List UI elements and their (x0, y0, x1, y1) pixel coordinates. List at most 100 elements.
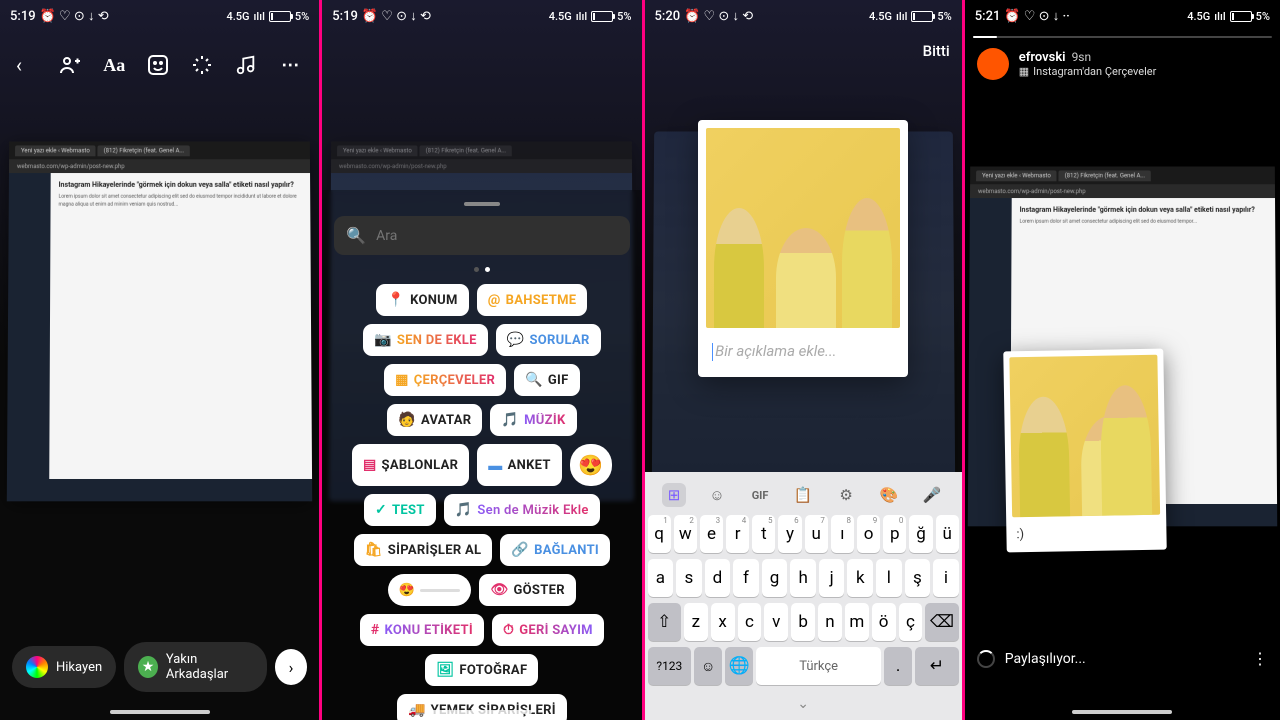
home-indicator[interactable] (432, 710, 532, 714)
key-v[interactable]: v (764, 603, 788, 641)
frame-sticker-card[interactable]: Bir açıklama ekle... (698, 120, 908, 377)
backspace-key[interactable]: ⌫ (925, 603, 958, 641)
key-q[interactable]: q1 (648, 515, 671, 553)
sticker-addyours[interactable]: 📷SEN DE EKLE (363, 324, 488, 356)
user-avatar[interactable] (977, 48, 1009, 80)
posted-frame-sticker[interactable]: :) (1003, 349, 1166, 553)
kbd-row-4: ?123 ☺ 🌐 Türkçe . ↵ (645, 644, 962, 688)
key-j[interactable]: j (819, 559, 845, 597)
sticker-mention[interactable]: @BAHSETME (477, 284, 588, 316)
key-z[interactable]: z (684, 603, 708, 641)
drawer-handle[interactable] (464, 202, 500, 206)
sticker-addmusic[interactable]: 🎵Sen de Müzik Ekle (444, 494, 600, 526)
sticker-countdown[interactable]: ⏱GERİ SAYIM (492, 614, 604, 646)
frame-photo (706, 128, 900, 328)
music-icon[interactable] (233, 52, 259, 78)
key-d[interactable]: d (705, 559, 731, 597)
key-ğ[interactable]: ğ (909, 515, 932, 553)
kbd-settings-icon[interactable]: ⚙ (834, 483, 858, 507)
sticker-search[interactable]: 🔍 (334, 216, 629, 255)
sticker-avatar[interactable]: 🧑AVATAR (387, 404, 482, 436)
caption-input[interactable]: Bir açıklama ekle... (706, 328, 900, 369)
sticker-grid: 📍KONUM @BAHSETME 📷SEN DE EKLE 💬SORULAR ▦… (334, 284, 629, 720)
sticker-templates[interactable]: ▤ŞABLONLAR (352, 444, 469, 486)
text-icon[interactable]: Aa (101, 52, 127, 78)
sticker-reveal[interactable]: 👁GÖSTER (479, 574, 575, 606)
kbd-clipboard-icon[interactable]: 📋 (791, 483, 815, 507)
key-s[interactable]: s (676, 559, 702, 597)
back-button[interactable]: ‹ (16, 53, 22, 77)
done-button[interactable]: Bitti (923, 42, 950, 60)
sticker-orders[interactable]: 🛍SİPARİŞLER AL (354, 534, 493, 566)
shift-key[interactable]: ⇧ (648, 603, 681, 641)
key-ü[interactable]: ü (936, 515, 959, 553)
key-ö[interactable]: ö (872, 603, 896, 641)
sticker-icon[interactable] (145, 52, 171, 78)
kbd-gif-icon[interactable]: GIF (748, 483, 772, 507)
key-c[interactable]: c (738, 603, 762, 641)
key-m[interactable]: m (845, 603, 869, 641)
tag-people-icon[interactable] (57, 52, 83, 78)
sticker-poll[interactable]: ▬ANKET (477, 444, 561, 486)
sticker-drawer[interactable]: 🔍 📍KONUM @BAHSETME 📷SEN DE EKLE 💬SORULAR… (322, 190, 641, 720)
more-icon[interactable]: ⋯ (277, 52, 303, 78)
sticker-photo[interactable]: 🖼FOTOĞRAF (425, 654, 538, 686)
your-story-button[interactable]: Hikayen (12, 646, 116, 688)
spinner-icon (977, 650, 995, 668)
home-indicator[interactable] (1072, 710, 1172, 714)
close-friends-button[interactable]: ★ Yakın Arkadaşlar (124, 642, 267, 692)
emoji-key[interactable]: ☺ (694, 647, 722, 685)
sticker-food-orders[interactable]: 🚚YEMEK SİPARİŞLERİ (397, 694, 567, 720)
key-h[interactable]: h (790, 559, 816, 597)
key-t[interactable]: t5 (752, 515, 775, 553)
more-button[interactable]: ⋮ (1252, 649, 1268, 668)
source-label: ▦ Instagram'dan Çerçeveler (1019, 65, 1157, 78)
key-n[interactable]: n (818, 603, 842, 641)
share-actions: Hikayen ★ Yakın Arkadaşlar › (12, 642, 307, 692)
home-indicator[interactable] (110, 710, 210, 714)
sticker-quiz[interactable]: ✓TEST (364, 494, 436, 526)
sticker-emoji[interactable]: 😍 (570, 444, 612, 486)
enter-key[interactable]: ↵ (915, 647, 959, 685)
key-ş[interactable]: ş (905, 559, 931, 597)
key-i[interactable]: i (933, 559, 959, 597)
sticker-location[interactable]: 📍KONUM (376, 284, 468, 316)
symbols-key[interactable]: ?123 (648, 647, 692, 685)
sticker-link[interactable]: 🔗BAĞLANTI (500, 534, 610, 566)
search-input[interactable] (376, 228, 617, 244)
key-r[interactable]: r4 (726, 515, 749, 553)
key-o[interactable]: o9 (857, 515, 880, 553)
key-p[interactable]: p0 (883, 515, 906, 553)
sticker-music[interactable]: 🎵MÜZİK (490, 404, 576, 436)
key-b[interactable]: b (791, 603, 815, 641)
key-a[interactable]: a (648, 559, 674, 597)
search-icon: 🔍 (346, 226, 366, 245)
next-button[interactable]: › (275, 649, 308, 685)
key-w[interactable]: w2 (674, 515, 697, 553)
key-l[interactable]: l (876, 559, 902, 597)
key-e[interactable]: e3 (700, 515, 723, 553)
key-x[interactable]: x (711, 603, 735, 641)
sticker-emoji-slider[interactable]: 😍 (388, 574, 472, 606)
effects-icon[interactable] (189, 52, 215, 78)
kbd-collapse-button[interactable]: ⌄ (645, 688, 962, 720)
kbd-stickers-icon[interactable]: ⊞ (662, 483, 686, 507)
kbd-mic-icon[interactable]: 🎤 (920, 483, 944, 507)
kbd-theme-icon[interactable]: 🎨 (877, 483, 901, 507)
kbd-emoji-icon[interactable]: ☺ (705, 483, 729, 507)
key-f[interactable]: f (733, 559, 759, 597)
globe-key[interactable]: 🌐 (725, 647, 753, 685)
key-ı[interactable]: ı8 (831, 515, 854, 553)
sticker-gif[interactable]: 🔍GIF (514, 364, 579, 396)
key-ç[interactable]: ç (899, 603, 923, 641)
sticker-frames[interactable]: ▦ÇERÇEVELER (384, 364, 506, 396)
space-key[interactable]: Türkçe (756, 647, 881, 685)
key-k[interactable]: k (847, 559, 873, 597)
username-label[interactable]: efrovski9sn (1019, 50, 1157, 65)
sticker-questions[interactable]: 💬SORULAR (496, 324, 601, 356)
key-y[interactable]: y6 (778, 515, 801, 553)
key-g[interactable]: g (762, 559, 788, 597)
period-key[interactable]: . (884, 647, 912, 685)
sticker-hashtag[interactable]: #KONU ETİKETİ (360, 614, 484, 646)
key-u[interactable]: u7 (805, 515, 828, 553)
